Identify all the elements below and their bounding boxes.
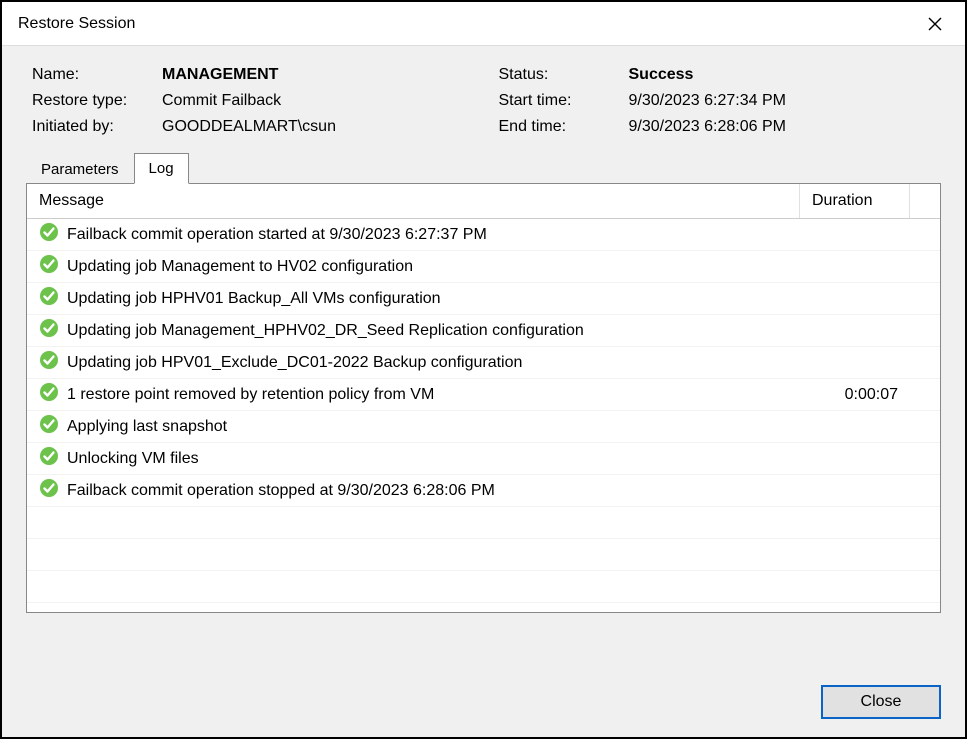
log-duration-cell	[800, 488, 910, 494]
log-message-text: Updating job HPV01_Exclude_DC01-2022 Bac…	[67, 354, 522, 372]
name-value: MANAGEMENT	[162, 66, 469, 84]
log-duration-cell	[800, 328, 910, 334]
log-message-text: Failback commit operation stopped at 9/3…	[67, 482, 495, 500]
log-message-cell: Applying last snapshot	[27, 411, 800, 442]
log-message-cell: Updating job Management to HV02 configur…	[27, 251, 800, 282]
log-row[interactable]: Updating job Management_HPHV02_DR_Seed R…	[27, 315, 940, 347]
restore-type-label: Restore type:	[32, 92, 162, 110]
log-row[interactable]: Failback commit operation started at 9/3…	[27, 219, 940, 251]
column-header-message[interactable]: Message	[27, 184, 800, 218]
log-duration-cell	[800, 264, 910, 270]
log-message-text: Updating job Management to HV02 configur…	[67, 258, 413, 276]
success-icon	[39, 414, 59, 439]
log-message-cell: 1 restore point removed by retention pol…	[27, 379, 800, 410]
column-header-pad	[910, 184, 940, 218]
success-icon	[39, 222, 59, 247]
log-message-cell: Unlocking VM files	[27, 443, 800, 474]
log-duration-cell	[800, 520, 910, 526]
log-message-text: Failback commit operation started at 9/3…	[67, 226, 487, 244]
log-header: Message Duration	[27, 184, 940, 219]
initiated-by-label: Initiated by:	[32, 118, 162, 136]
log-row[interactable]: Failback commit operation stopped at 9/3…	[27, 475, 940, 507]
titlebar: Restore Session	[2, 2, 965, 46]
log-row-empty	[27, 507, 940, 539]
log-message-cell: Updating job HPV01_Exclude_DC01-2022 Bac…	[27, 347, 800, 378]
end-time-label: End time:	[499, 118, 629, 136]
log-message-cell	[27, 520, 800, 526]
log-duration-cell	[800, 584, 910, 590]
start-time-value: 9/30/2023 6:27:34 PM	[629, 92, 936, 110]
info-right-column: Status: Success Start time: 9/30/2023 6:…	[499, 66, 936, 136]
status-value: Success	[629, 66, 936, 84]
log-message-text: Applying last snapshot	[67, 418, 227, 436]
success-icon	[39, 446, 59, 471]
log-duration-cell	[800, 424, 910, 430]
success-icon	[39, 254, 59, 279]
log-row-empty	[27, 571, 940, 603]
log-row[interactable]: Updating job HPHV01 Backup_All VMs confi…	[27, 283, 940, 315]
status-label: Status:	[499, 66, 629, 84]
log-row[interactable]: Updating job HPV01_Exclude_DC01-2022 Bac…	[27, 347, 940, 379]
name-label: Name:	[32, 66, 162, 84]
log-message-cell: Updating job HPHV01 Backup_All VMs confi…	[27, 283, 800, 314]
success-icon	[39, 382, 59, 407]
log-duration-cell	[800, 296, 910, 302]
dialog-footer: Close	[2, 671, 965, 737]
log-panel: Message Duration Failback commit operati…	[26, 183, 941, 613]
restore-session-dialog: Restore Session Name: MANAGEMENT Restore…	[0, 0, 967, 739]
window-title: Restore Session	[18, 15, 135, 33]
success-icon	[39, 318, 59, 343]
tabs-area: Parameters Log Message Duration Failback…	[26, 152, 941, 613]
info-area: Name: MANAGEMENT Restore type: Commit Fa…	[2, 46, 965, 152]
log-message-cell: Updating job Management_HPHV02_DR_Seed R…	[27, 315, 800, 346]
log-row[interactable]: Applying last snapshot	[27, 411, 940, 443]
restore-type-value: Commit Failback	[162, 92, 469, 110]
log-message-cell: Failback commit operation started at 9/3…	[27, 219, 800, 250]
tabstrip: Parameters Log	[26, 153, 941, 184]
start-time-label: Start time:	[499, 92, 629, 110]
log-duration-cell	[800, 360, 910, 366]
success-icon	[39, 478, 59, 503]
log-message-cell	[27, 584, 800, 590]
log-rows: Failback commit operation started at 9/3…	[27, 219, 940, 612]
info-left-column: Name: MANAGEMENT Restore type: Commit Fa…	[32, 66, 469, 136]
log-row[interactable]: Unlocking VM files	[27, 443, 940, 475]
log-message-text: Updating job HPHV01 Backup_All VMs confi…	[67, 290, 441, 308]
log-row[interactable]: 1 restore point removed by retention pol…	[27, 379, 940, 411]
close-button[interactable]: Close	[821, 685, 941, 719]
log-duration-cell	[800, 456, 910, 462]
log-duration-cell: 0:00:07	[800, 383, 910, 407]
log-message-cell: Failback commit operation stopped at 9/3…	[27, 475, 800, 506]
end-time-value: 9/30/2023 6:28:06 PM	[629, 118, 936, 136]
tab-log[interactable]: Log	[134, 153, 189, 184]
success-icon	[39, 350, 59, 375]
initiated-by-value: GOODDEALMART\csun	[162, 118, 469, 136]
log-message-text: 1 restore point removed by retention pol…	[67, 386, 434, 404]
log-duration-cell	[800, 232, 910, 238]
log-message-text: Unlocking VM files	[67, 450, 199, 468]
log-duration-cell	[800, 552, 910, 558]
log-row[interactable]: Updating job Management to HV02 configur…	[27, 251, 940, 283]
close-icon[interactable]	[915, 4, 955, 44]
column-header-duration[interactable]: Duration	[800, 184, 910, 218]
log-message-cell	[27, 552, 800, 558]
log-row-empty	[27, 539, 940, 571]
tab-parameters[interactable]: Parameters	[26, 154, 134, 184]
success-icon	[39, 286, 59, 311]
log-message-text: Updating job Management_HPHV02_DR_Seed R…	[67, 322, 584, 340]
